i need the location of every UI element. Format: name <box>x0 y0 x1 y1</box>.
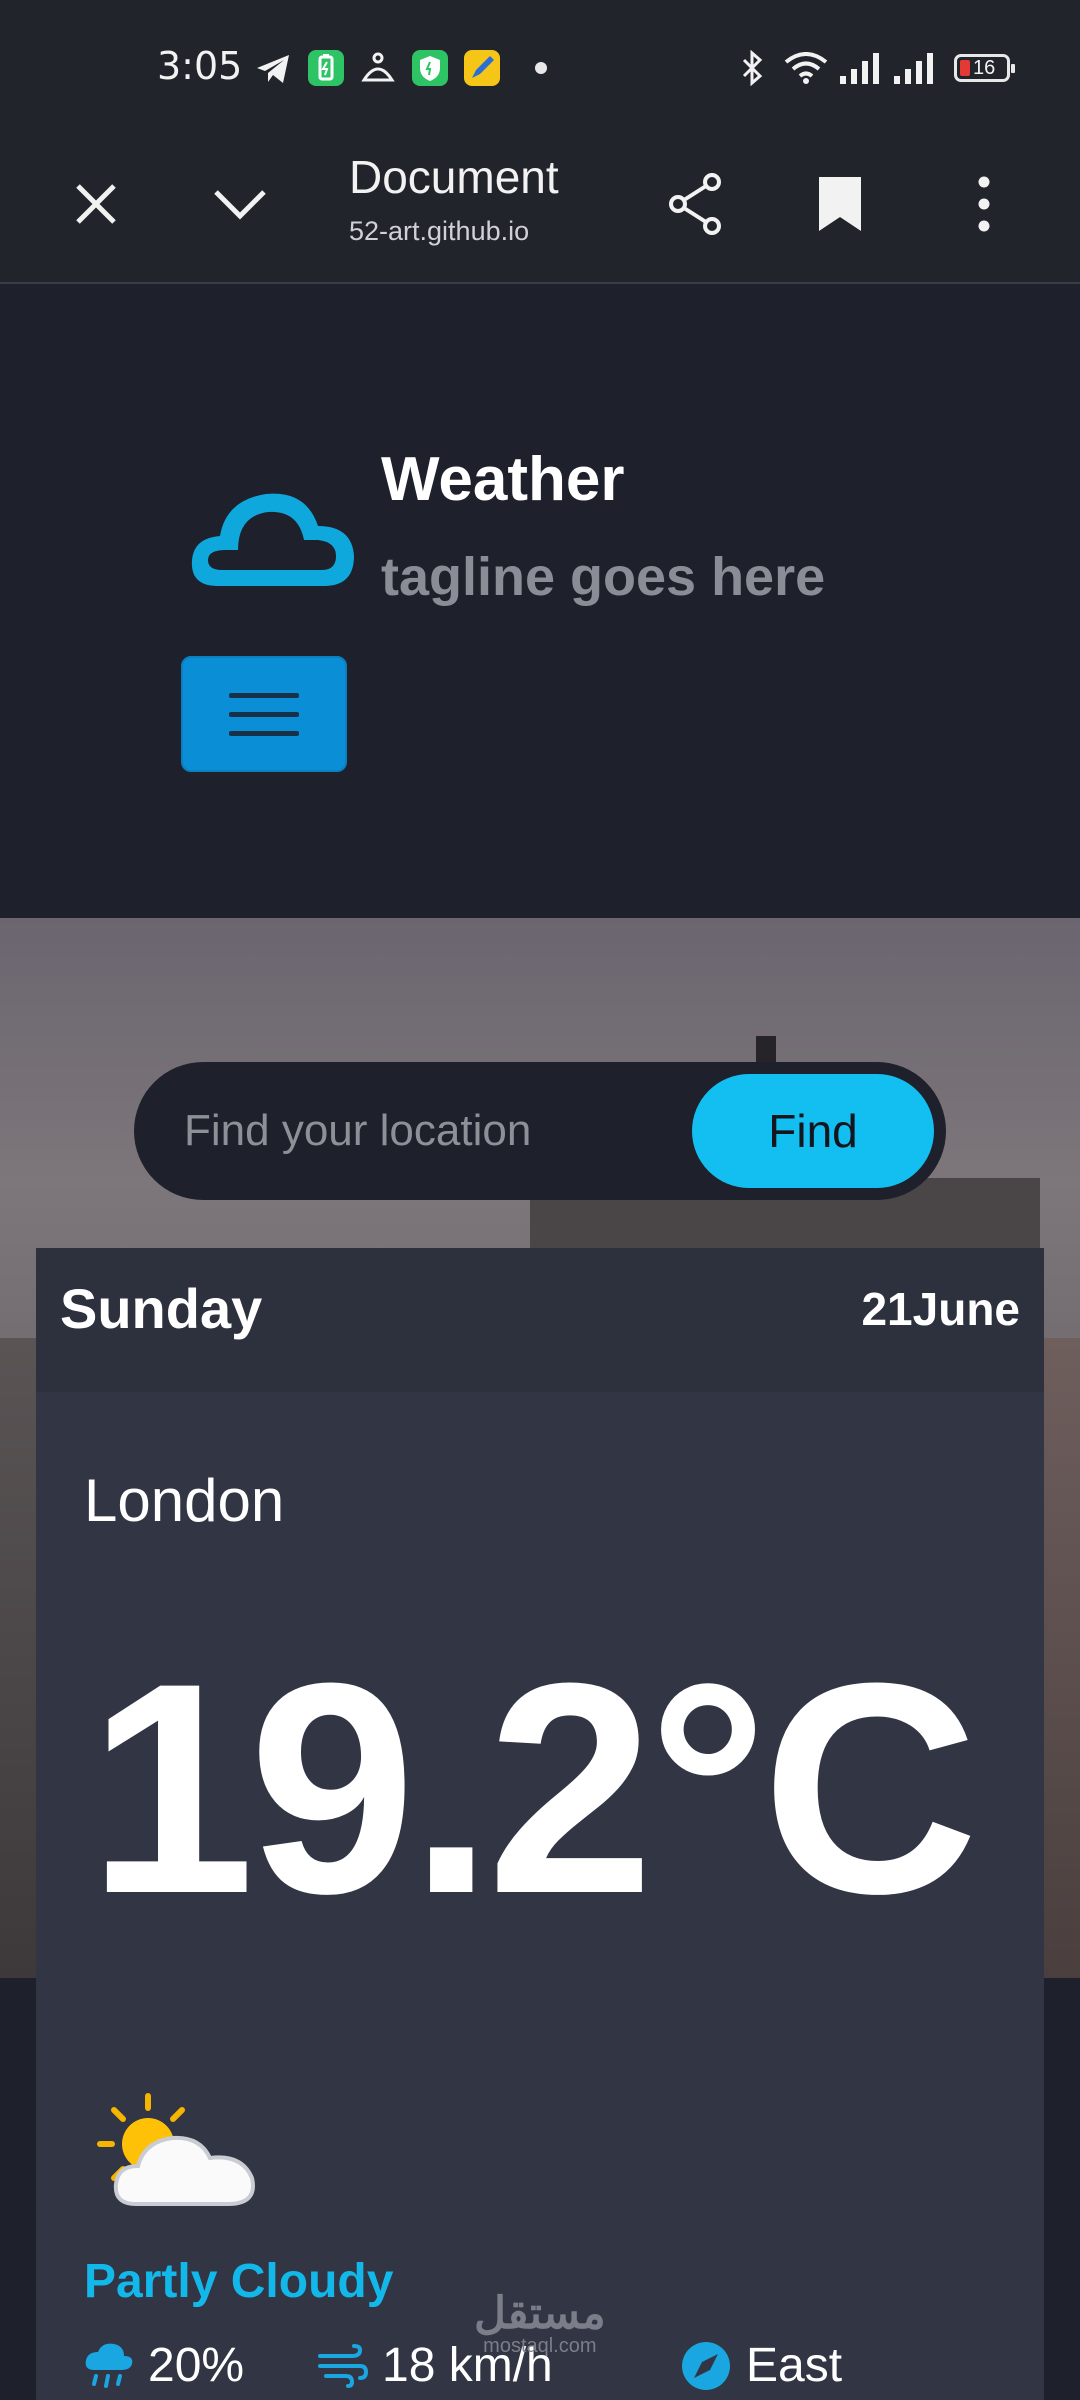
partly-cloudy-icon <box>97 2093 255 2206</box>
forecast-header: Sunday 21June <box>36 1248 1044 1392</box>
hamburger-menu-icon <box>229 692 299 698</box>
close-icon <box>76 184 116 224</box>
notification-dot <box>535 62 547 74</box>
browser-toolbar: Document 52-art.github.io <box>0 130 1080 284</box>
forecast-temperature: 19.2°C <box>88 1620 979 1956</box>
site-title[interactable]: Weather <box>381 444 625 515</box>
battery-level: 16 <box>973 57 996 79</box>
status-time: 3:05 <box>157 44 243 88</box>
share-button[interactable] <box>656 164 736 244</box>
wind-direction-value: East <box>746 2339 843 2392</box>
bookmark-icon <box>819 177 861 231</box>
wind-direction-stat: East <box>680 2338 842 2393</box>
find-button[interactable]: Find <box>692 1074 934 1188</box>
site-tagline: tagline goes here <box>381 547 826 607</box>
location-search-form: Find <box>134 1062 946 1200</box>
more-vert-icon <box>978 176 990 232</box>
forecast-date: 21June <box>861 1283 1020 1335</box>
compass-icon <box>682 2341 730 2390</box>
forecast-day: Sunday <box>60 1277 263 1340</box>
precipitation-value: 20% <box>148 2339 245 2392</box>
precipitation-stat: 20% <box>84 2338 244 2393</box>
wifi-icon <box>784 52 828 84</box>
battery-icon: 16 <box>954 54 1015 82</box>
share-icon <box>669 173 721 235</box>
pencil-app-icon <box>464 50 500 86</box>
close-button[interactable] <box>56 164 136 244</box>
watermark-arabic: مستقل <box>474 2289 606 2338</box>
bookmark-button[interactable] <box>800 164 880 244</box>
more-options-button[interactable] <box>944 164 1024 244</box>
wind-icon <box>318 2343 368 2388</box>
signal-icon <box>894 53 933 84</box>
page-url: 52-art.github.io <box>349 216 530 246</box>
cat-icon <box>361 52 395 82</box>
rain-icon <box>85 2343 133 2388</box>
cloud-logo-icon[interactable] <box>186 486 358 592</box>
forecast-card: Sunday 21June London 19.2°C Partly Cloud… <box>36 1248 1044 2400</box>
forecast-condition: Partly Cloudy <box>84 2255 394 2308</box>
telegram-icon <box>257 55 289 83</box>
battery-saver-icon <box>308 50 344 86</box>
page-title: Document <box>349 151 559 203</box>
status-bar: 3:05 16 <box>0 0 1080 130</box>
menu-toggle-button[interactable] <box>181 656 347 772</box>
shield-icon <box>412 50 448 86</box>
watermark-latin: mostaql.com <box>483 2335 597 2357</box>
forecast-location: London <box>84 1467 285 1534</box>
bluetooth-icon <box>742 50 763 86</box>
signal-icon <box>840 53 879 84</box>
watermark: مستقل mostaql.com <box>474 2289 606 2357</box>
collapse-button[interactable] <box>200 164 280 244</box>
chevron-down-icon <box>214 190 266 220</box>
site-header: Weather tagline goes here <box>0 286 1080 918</box>
location-search-input[interactable] <box>184 1062 684 1200</box>
